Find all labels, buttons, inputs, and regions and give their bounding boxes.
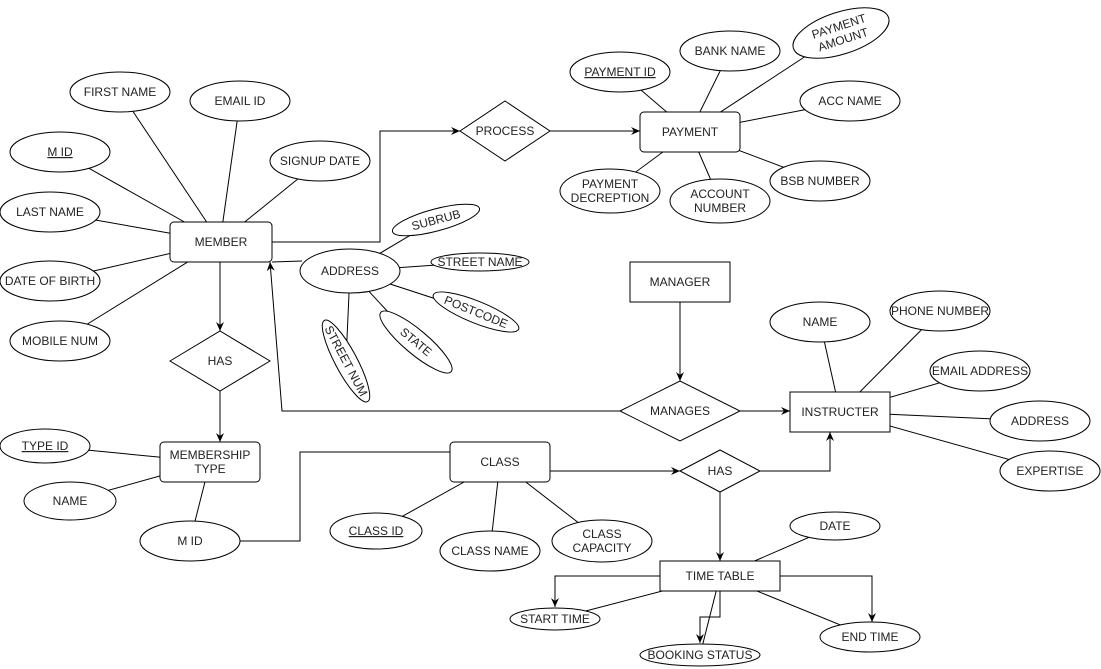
attribute-bank-name[interactable]: BANK NAME [679,30,781,72]
attribute-email-address-label: EMAIL ADDRESS [932,364,1028,378]
attribute-payment-desc[interactable]: PAYMENT DECREPTION [559,168,661,214]
attribute-payment-id-label: PAYMENT ID [584,65,656,79]
attribute-expertise-label: EXPERTISE [1016,464,1083,478]
entity-class-label: CLASS [480,455,519,469]
attribute-phone[interactable]: PHONE NUMBER [889,290,991,332]
attribute-class-id-label: CLASS ID [349,524,404,538]
relationship-has1[interactable]: HAS [169,330,271,392]
relationship-has2-label: HAS [708,464,733,478]
entity-manager[interactable]: MANAGER [629,261,731,303]
relationship-process[interactable]: PROCESS [459,100,551,162]
attribute-mt-name[interactable]: NAME [23,481,117,521]
attribute-m-id-label: M ID [47,145,73,159]
attribute-acc-name-label: ACC NAME [818,94,881,108]
relationship-manages-label: MANAGES [650,404,710,418]
attribute-street-name[interactable]: STREET NAME [430,252,530,272]
attribute-start-time-label: START TIME [520,612,590,626]
attribute-signup-date[interactable]: SIGNUP DATE [269,140,371,182]
entity-member-label: MEMBER [195,235,248,249]
attribute-type-id[interactable]: TYPE ID [0,428,91,464]
connector [219,100,241,243]
attribute-email-address[interactable]: EMAIL ADDRESS [929,350,1031,392]
arrow-connector [551,575,660,607]
attribute-first-name[interactable]: FIRST NAME [69,71,171,113]
attribute-m-id[interactable]: M ID [9,131,111,173]
relationship-has1-label: HAS [208,354,233,368]
attribute-i-address-label: ADDRESS [1011,414,1069,428]
entity-member[interactable]: MEMBER [169,221,273,263]
attribute-i-name[interactable]: NAME [769,301,871,343]
attribute-dob-label: DATE OF BIRTH [5,274,95,288]
attribute-mt-name-label: NAME [53,494,88,508]
shape-layer: MEMBER MEMBERSHIP TYPE CLASS TIME TABLE MANAG… [0,7,1101,667]
attribute-start-time[interactable]: START TIME [509,607,601,631]
entity-manager-label: MANAGER [650,275,711,289]
arrow-connector [780,575,876,622]
relationship-process-label: PROCESS [476,124,535,138]
attribute-postcode[interactable]: POSTCODE [429,285,523,340]
attribute-street-num-label: STREET NUM [322,323,371,398]
entity-time-table[interactable]: TIME TABLE [659,560,781,592]
attribute-last-name[interactable]: LAST NAME [0,191,101,233]
attribute-mt-mid[interactable]: M ID [139,520,241,562]
relationship-manages[interactable]: MANAGES [618,380,742,442]
entity-payment[interactable]: PAYMENT [639,111,741,153]
attribute-class-name[interactable]: CLASS NAME [439,530,541,572]
entity-payment-label: PAYMENT [662,125,719,139]
attribute-class-id[interactable]: CLASS ID [329,512,423,550]
attribute-booking-status-label: BOOKING STATUS [648,648,753,662]
attribute-mobile-label: MOBILE NUM [22,334,98,348]
attribute-bsb[interactable]: BSB NUMBER [769,160,871,202]
attribute-bank-name-label: BANK NAME [695,44,766,58]
attribute-booking-status[interactable]: BOOKING STATUS [639,643,761,667]
attribute-i-address[interactable]: ADDRESS [989,400,1091,442]
attribute-email-id-label: EMAIL ID [215,94,266,108]
attribute-end-time-label: END TIME [841,630,898,644]
entity-class[interactable]: CLASS [449,441,551,483]
entity-instructer[interactable]: INSTRUCTER [789,391,891,433]
attribute-state[interactable]: STATE [373,303,459,381]
entity-time-table-label: TIME TABLE [686,569,755,583]
attribute-type-id-label: TYPE ID [22,439,69,453]
attribute-address-label: ADDRESS [321,264,379,278]
attribute-signup-date-label: SIGNUP DATE [280,154,360,168]
attribute-street-name-label: STREET NAME [437,255,522,269]
attribute-email-id[interactable]: EMAIL ID [189,80,291,122]
entity-instructer-label: INSTRUCTER [801,405,879,419]
attribute-account-number-label: ACCOUNT NUMBER [690,187,750,215]
arrow-connector [760,432,834,472]
attribute-end-time[interactable]: END TIME [819,621,921,653]
attribute-bsb-label: BSB NUMBER [780,174,860,188]
attribute-i-name-label: NAME [803,315,838,329]
attribute-payment-id[interactable]: PAYMENT ID [569,51,671,93]
attribute-acc-name[interactable]: ACC NAME [799,80,901,122]
attribute-expertise[interactable]: EXPERTISE [999,450,1101,492]
attribute-first-name-label: FIRST NAME [84,85,156,99]
attribute-account-number[interactable]: ACCOUNT NUMBER [669,178,771,224]
er-diagram-canvas: MEMBER MEMBERSHIP TYPE CLASS TIME TABLE MANAG… [0,7,1101,667]
attribute-street-num[interactable]: STREET NUM [315,315,378,407]
connector-layer [44,32,1051,656]
attribute-date-label: DATE [819,519,850,533]
attribute-class-name-label: CLASS NAME [451,544,528,558]
relationship-has2[interactable]: HAS [678,449,762,493]
entity-membership-type[interactable]: MEMBERSHIP TYPE [159,441,261,483]
attribute-date[interactable]: DATE [789,511,881,541]
attribute-subrub[interactable]: SUBRUB [390,198,483,243]
attribute-address[interactable]: ADDRESS [299,248,401,294]
attribute-mt-mid-label: M ID [177,534,203,548]
connector [271,260,303,263]
attribute-class-capacity[interactable]: CLASS CAPACITY [551,519,653,563]
arrow-connector [696,591,721,643]
attribute-payment-desc-label: PAYMENT DECREPTION [571,177,650,205]
attribute-dob[interactable]: DATE OF BIRTH [0,260,101,302]
attribute-phone-label: PHONE NUMBER [891,304,989,318]
attribute-last-name-label: LAST NAME [16,205,84,219]
attribute-mobile[interactable]: MOBILE NUM [9,320,111,362]
